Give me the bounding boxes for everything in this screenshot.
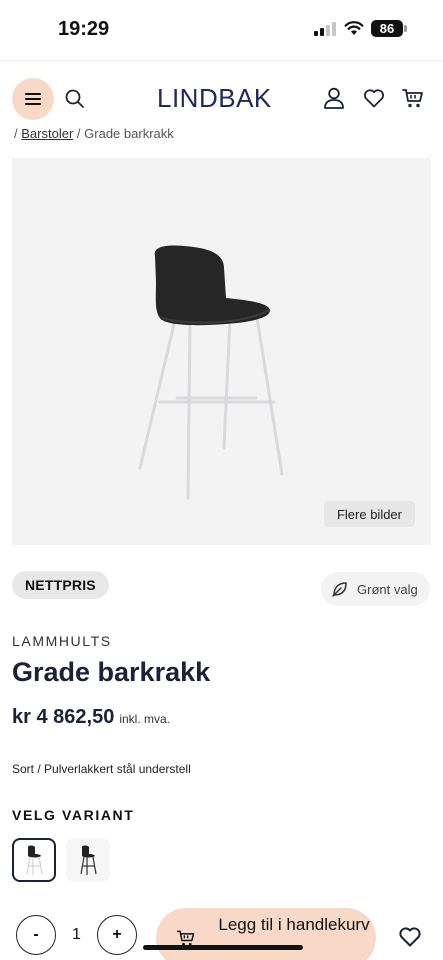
breadcrumb-separator: /	[14, 126, 18, 140]
product-brand[interactable]: LAMMHULTS	[12, 633, 112, 649]
search-icon[interactable]	[64, 88, 86, 110]
site-header: LINDBAK	[0, 60, 443, 132]
nettpris-badge: NETTPRIS	[12, 571, 109, 599]
variant-option-selected[interactable]	[12, 838, 56, 882]
status-time: 19:29	[58, 18, 110, 40]
site-logo[interactable]: LINDBAK	[157, 83, 272, 114]
stool-thumbnail-icon	[80, 845, 97, 875]
variant-heading: VELG VARIANT	[12, 807, 135, 823]
cart-icon[interactable]	[401, 86, 425, 110]
bar-stool-image	[138, 245, 284, 500]
product-image[interactable]: Flere bilder	[12, 158, 431, 545]
price-row: kr 4 862,50 inkl. mva.	[12, 706, 170, 729]
breadcrumb-separator: /	[76, 126, 81, 140]
add-to-cart-label: Legg til i handlekurv	[218, 915, 370, 934]
menu-button[interactable]	[12, 78, 54, 120]
quantity-value[interactable]: 1	[72, 926, 81, 944]
green-choice-badge[interactable]: Grønt valg	[321, 572, 430, 606]
breadcrumb: / Barstoler / Grade barkrakk	[14, 126, 174, 140]
menu-icon	[25, 93, 41, 105]
product-price: kr 4 862,50	[12, 706, 115, 728]
wifi-icon	[344, 21, 364, 35]
wishlist-heart-icon[interactable]	[397, 924, 423, 948]
green-choice-label: Grønt valg	[357, 581, 418, 597]
product-title: Grade barkrakk	[12, 657, 211, 687]
user-icon[interactable]	[322, 86, 346, 110]
cellular-signal-icon	[314, 22, 338, 36]
battery-icon: 86	[371, 20, 403, 37]
leaf-icon	[332, 582, 347, 597]
home-indicator	[143, 945, 303, 950]
breadcrumb-current: Grade barkrakk	[84, 126, 174, 140]
product-description: Sort / Pulverlakkert stål understell	[12, 762, 191, 776]
more-images-button[interactable]: Flere bilder	[323, 501, 415, 527]
vat-note: inkl. mva.	[119, 712, 171, 726]
battery-tip	[404, 25, 407, 32]
heart-icon[interactable]	[362, 86, 386, 110]
variant-option[interactable]	[66, 838, 110, 882]
decrease-quantity-button[interactable]: -	[16, 915, 56, 955]
breadcrumb-link-barstoler[interactable]: Barstoler	[21, 126, 73, 140]
increase-quantity-button[interactable]: +	[97, 915, 137, 955]
add-to-cart-button[interactable]: Legg til i handlekurv	[156, 908, 376, 960]
status-bar: 19:29 86	[0, 0, 443, 60]
stool-thumbnail-icon	[26, 845, 43, 875]
